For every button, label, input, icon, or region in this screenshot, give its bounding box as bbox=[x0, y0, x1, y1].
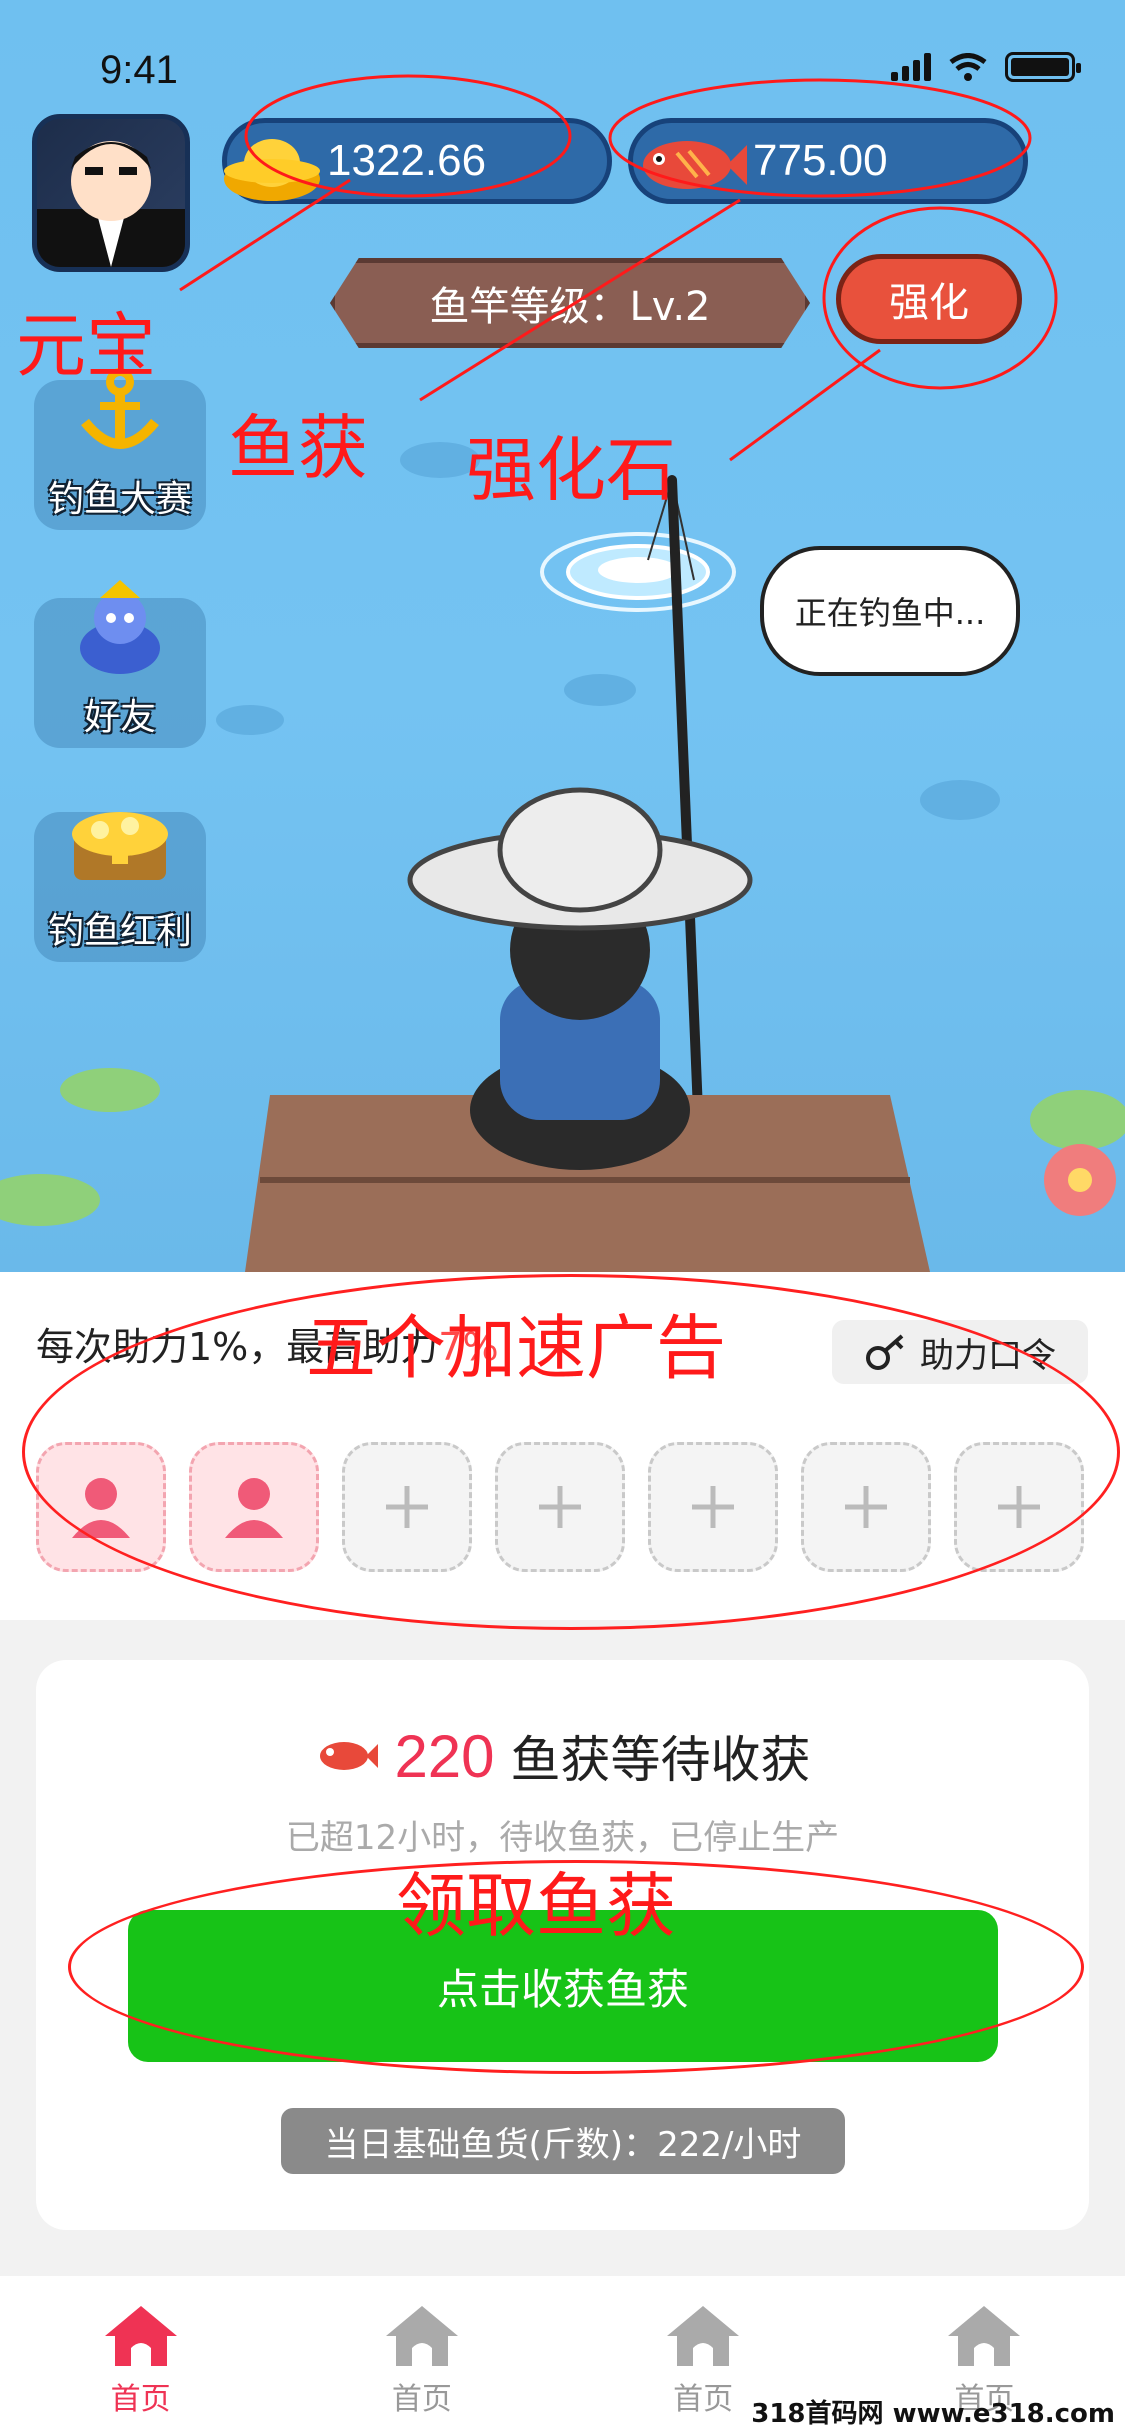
side-item-label: 好友 bbox=[83, 697, 156, 738]
red-fish-icon bbox=[320, 1742, 379, 1770]
harvest-count: 220 bbox=[394, 1722, 495, 1790]
tab-home-1[interactable]: 首页 bbox=[0, 2276, 281, 2436]
tab-home-2[interactable]: 首页 bbox=[281, 2276, 562, 2436]
home-icon bbox=[948, 2306, 1021, 2366]
home-icon bbox=[667, 2306, 740, 2366]
boost-section: 每次助力1%，最高助力7% 助力口令 五个加速广告 bbox=[0, 1272, 1125, 1630]
annotation-stone: 强化石 bbox=[466, 429, 676, 511]
harvest-label: 鱼获等待收获 bbox=[510, 1731, 811, 1789]
annotation-ellipse bbox=[22, 1274, 1120, 1630]
friend-character-icon bbox=[80, 580, 160, 674]
tab-label: 首页 bbox=[391, 2382, 452, 2417]
watermark: 318首码网 www.e318.com bbox=[751, 2399, 1115, 2429]
home-icon bbox=[385, 2306, 458, 2366]
annotation-ellipse bbox=[68, 1860, 1084, 2074]
base-rate-badge: 当日基础鱼货(斤数)：222/小时 bbox=[281, 2108, 845, 2174]
annotation-gold: 元宝 bbox=[16, 305, 156, 387]
side-item-fishing-bonus[interactable]: 钓鱼红利 bbox=[34, 812, 206, 962]
fishing-scene: 9:41 1322.66 775.00 强化 钓鱼大赛 好友 钓鱼红利 正在钓鱼… bbox=[0, 0, 1125, 1272]
harvest-summary: 220 鱼获等待收获 bbox=[36, 1720, 1089, 1792]
side-item-friends[interactable]: 好友 bbox=[34, 580, 206, 748]
side-item-label: 钓鱼红利 bbox=[47, 911, 192, 952]
annotation-fish: 鱼获 bbox=[228, 407, 368, 489]
fishing-status-bubble: 正在钓鱼中... bbox=[760, 546, 1020, 676]
harvest-card: 220 鱼获等待收获 已超12小时，待收鱼获，已停止生产 点击收获鱼获 当日基础… bbox=[36, 1660, 1089, 2230]
treasure-chest-icon bbox=[72, 812, 168, 880]
tab-label: 首页 bbox=[673, 2382, 734, 2417]
home-icon bbox=[104, 2306, 177, 2366]
tab-label: 首页 bbox=[110, 2382, 171, 2417]
